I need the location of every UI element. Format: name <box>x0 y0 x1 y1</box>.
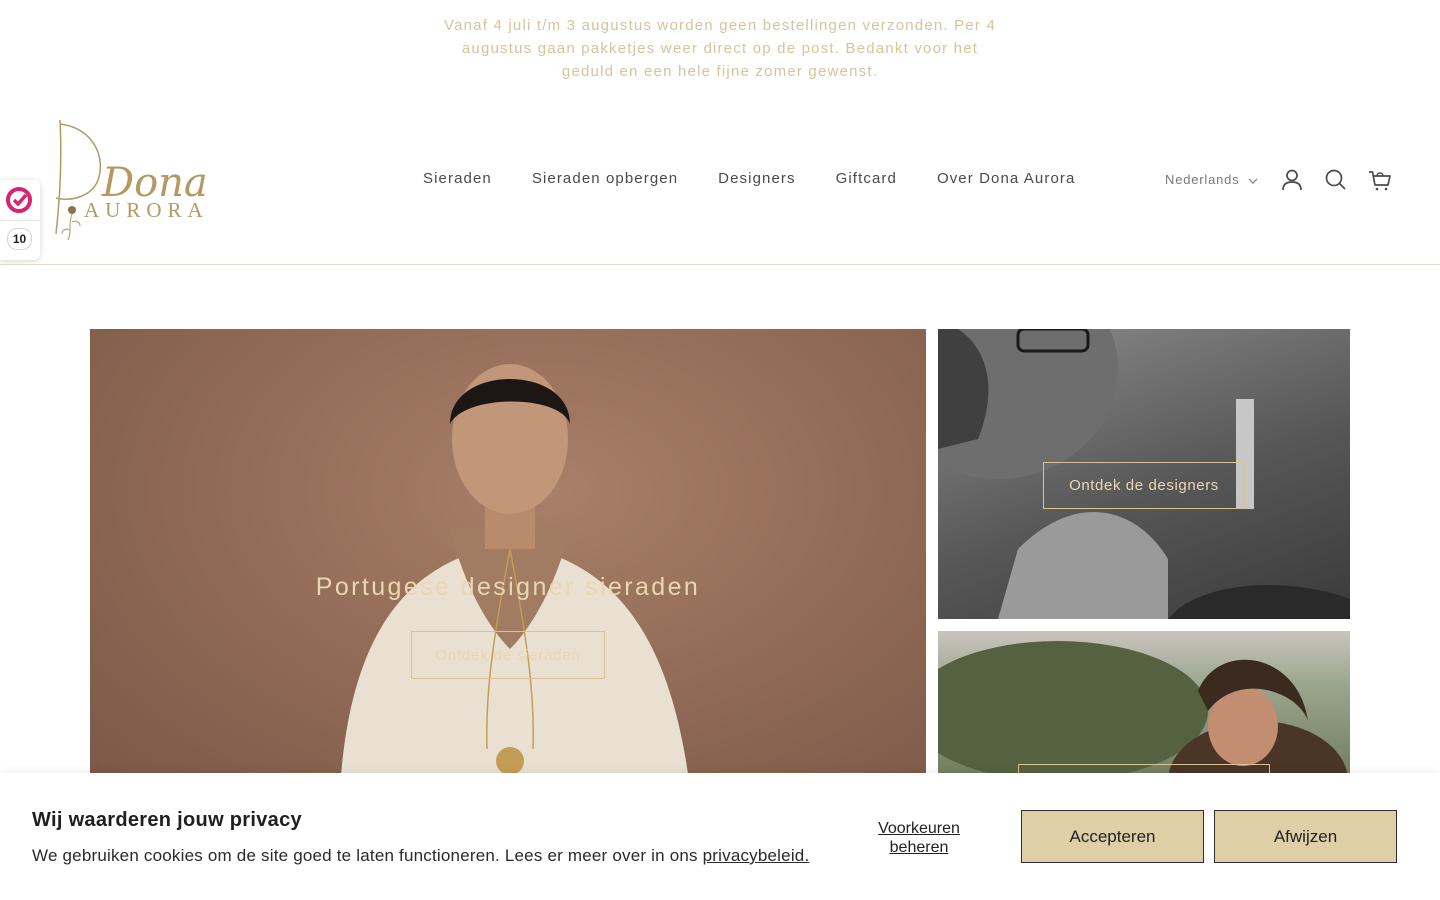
nav-item-sieraden[interactable]: Sieraden <box>423 170 492 187</box>
chevron-down-icon <box>1248 172 1258 187</box>
cookie-banner: Wij waarderen jouw privacy We gebruiken … <box>0 773 1440 900</box>
nav-item-designers[interactable]: Designers <box>718 170 795 187</box>
review-badge[interactable]: 10 <box>0 180 40 260</box>
language-selector[interactable]: Nederlands <box>1165 172 1258 187</box>
account-icon[interactable] <box>1279 167 1305 193</box>
reject-button[interactable]: Afwijzen <box>1214 810 1397 863</box>
review-score: 10 <box>7 228 32 250</box>
manage-preferences-link[interactable]: Voorkeuren beheren <box>860 819 978 857</box>
discover-designers-button[interactable]: Ontdek de designers <box>1043 462 1245 509</box>
nav-item-giftcard[interactable]: Giftcard <box>836 170 897 187</box>
hero-banner <box>90 329 926 789</box>
search-icon[interactable] <box>1323 167 1349 193</box>
cookie-body: We gebruiken cookies om de site goed te … <box>32 846 703 865</box>
site-header: Dona AURORA Sieraden Sieraden opbergen D… <box>0 104 1440 265</box>
nav-item-sieraden-opbergen[interactable]: Sieraden opbergen <box>532 170 678 187</box>
cookie-text: We gebruiken cookies om de site goed te … <box>32 846 809 866</box>
logo[interactable]: Dona AURORA <box>50 118 235 244</box>
hero-image <box>340 364 690 789</box>
badge-divider <box>0 220 40 221</box>
announcement-bar: Vanaf 4 juli t/m 3 augustus worden geen … <box>0 0 1440 104</box>
main-nav: Sieraden Sieraden opbergen Designers Gif… <box>423 170 1075 187</box>
nav-item-over-dona-aurora[interactable]: Over Dona Aurora <box>937 170 1076 187</box>
privacy-policy-link[interactable]: privacybeleid. <box>703 846 810 865</box>
announcement-text: Vanaf 4 juli t/m 3 augustus worden geen … <box>444 17 996 80</box>
cookie-title: Wij waarderen jouw privacy <box>32 809 302 831</box>
cart-icon[interactable] <box>1367 167 1393 193</box>
discover-jewelry-button[interactable]: Ontdek de sieraden <box>411 631 605 679</box>
svg-text:AURORA: AURORA <box>84 198 209 222</box>
review-logo-icon <box>4 185 34 215</box>
hero-title: Portugese designer sieraden <box>315 573 701 601</box>
accept-button[interactable]: Accepteren <box>1021 810 1204 863</box>
language-label: Nederlands <box>1165 172 1240 187</box>
